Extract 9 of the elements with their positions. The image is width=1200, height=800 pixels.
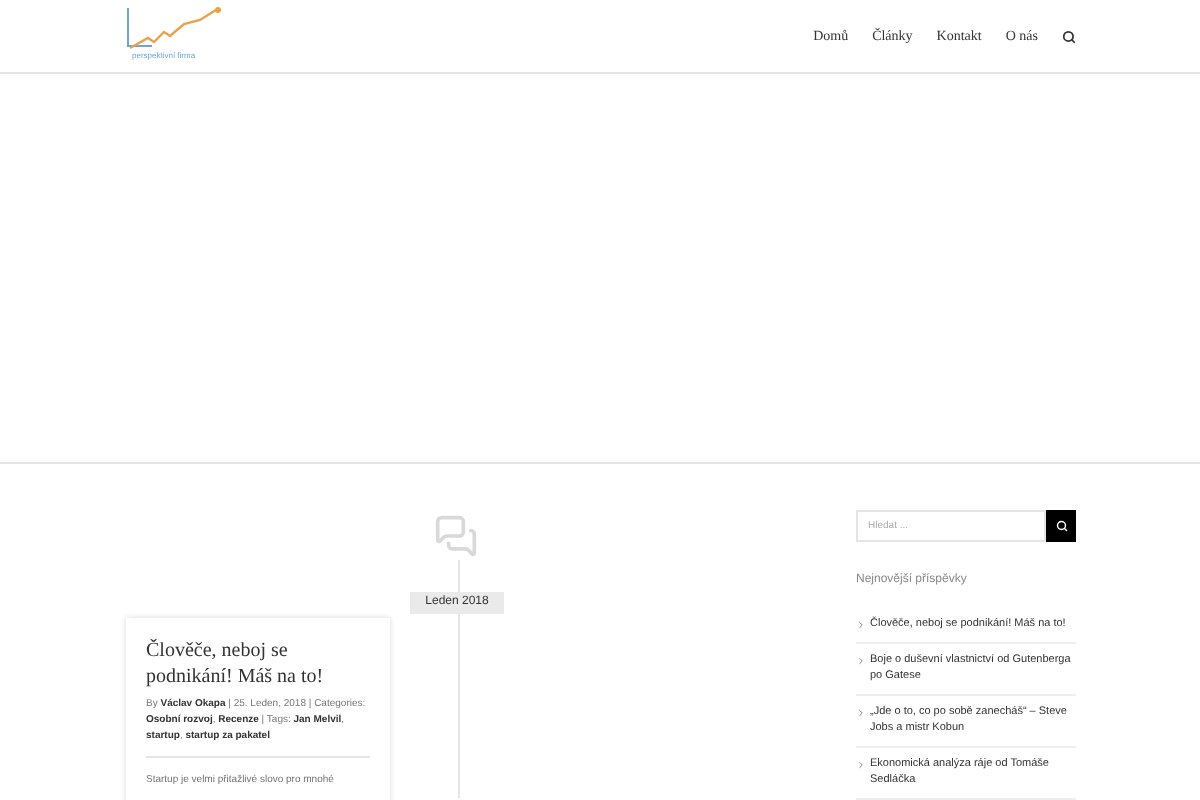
- search-icon: [1055, 520, 1067, 532]
- search-button[interactable]: [1046, 510, 1076, 542]
- search-icon[interactable]: [1062, 29, 1076, 43]
- chat-icon: [434, 514, 478, 558]
- post-title[interactable]: Člověče, neboj se podnikání! Máš na to!: [146, 638, 370, 690]
- chevron-icon: [856, 655, 866, 665]
- chevron-icon: [856, 759, 866, 769]
- chevron-icon: [856, 620, 866, 630]
- chevron-icon: [856, 707, 866, 717]
